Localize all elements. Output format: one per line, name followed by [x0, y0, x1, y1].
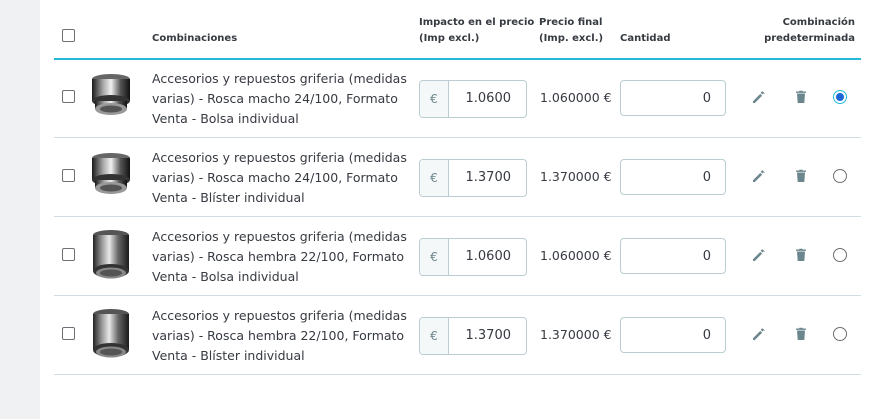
header-price-impact: Impacto en el precio (Imp excl.)	[419, 17, 535, 44]
quantity-input[interactable]: 0	[620, 238, 726, 274]
combination-name: Accesorios y repuestos griferia (medidas…	[152, 150, 407, 205]
price-impact-input[interactable]: 1.3700	[449, 160, 512, 196]
currency-addon: €	[420, 81, 449, 117]
trash-icon[interactable]	[793, 168, 809, 184]
price-impact-input-group: € 1.3700	[419, 317, 527, 355]
pencil-icon[interactable]	[751, 168, 767, 184]
header-default-combination: Combinación predeterminada	[764, 17, 855, 44]
default-combination-radio[interactable]	[833, 248, 847, 262]
row-checkbox[interactable]	[62, 169, 75, 182]
pencil-icon[interactable]	[751, 89, 767, 105]
currency-addon: €	[420, 318, 449, 354]
header-quantity: Cantidad	[620, 33, 671, 44]
default-combination-radio[interactable]	[833, 90, 847, 104]
product-thumbnail	[86, 227, 136, 285]
product-thumbnail	[86, 306, 136, 364]
currency-addon: €	[420, 160, 449, 196]
price-impact-input[interactable]: 1.0600	[449, 81, 512, 117]
combination-row: Accesorios y repuestos griferia (medidas…	[54, 59, 861, 138]
quantity-input[interactable]: 0	[620, 317, 726, 353]
row-checkbox[interactable]	[62, 327, 75, 340]
price-impact-input-group: € 1.3700	[419, 159, 527, 197]
pencil-icon[interactable]	[751, 326, 767, 342]
default-combination-radio[interactable]	[833, 169, 847, 183]
combination-name: Accesorios y repuestos griferia (medidas…	[152, 308, 407, 363]
final-price: 1.060000 €	[540, 90, 612, 105]
row-checkbox[interactable]	[62, 248, 75, 261]
product-thumbnail	[86, 148, 136, 206]
pencil-icon[interactable]	[751, 247, 767, 263]
default-combination-radio[interactable]	[833, 327, 847, 341]
select-all-checkbox[interactable]	[62, 29, 75, 42]
final-price: 1.370000 €	[540, 327, 612, 342]
combination-name: Accesorios y repuestos griferia (medidas…	[152, 71, 407, 126]
header-final-price: Precio final (Imp. excl.)	[539, 17, 604, 44]
table-header: Combinaciones Impacto en el precio (Imp …	[54, 0, 861, 60]
combination-row: Accesorios y repuestos griferia (medidas…	[54, 217, 861, 296]
currency-addon: €	[420, 239, 449, 275]
trash-icon[interactable]	[793, 247, 809, 263]
combination-row: Accesorios y repuestos griferia (medidas…	[54, 296, 861, 375]
row-checkbox[interactable]	[62, 90, 75, 103]
price-impact-input[interactable]: 1.3700	[449, 318, 512, 354]
product-thumbnail	[86, 69, 136, 127]
sidebar-strip	[0, 0, 40, 419]
final-price: 1.370000 €	[540, 169, 612, 184]
combination-row: Accesorios y repuestos griferia (medidas…	[54, 138, 861, 217]
price-impact-input[interactable]: 1.0600	[449, 239, 512, 275]
quantity-input[interactable]: 0	[620, 80, 726, 116]
price-impact-input-group: € 1.0600	[419, 238, 527, 276]
price-impact-input-group: € 1.0600	[419, 80, 527, 118]
combination-name: Accesorios y repuestos griferia (medidas…	[152, 229, 407, 284]
trash-icon[interactable]	[793, 89, 809, 105]
trash-icon[interactable]	[793, 326, 809, 342]
final-price: 1.060000 €	[540, 248, 612, 263]
header-combinations: Combinaciones	[152, 33, 238, 44]
quantity-input[interactable]: 0	[620, 159, 726, 195]
